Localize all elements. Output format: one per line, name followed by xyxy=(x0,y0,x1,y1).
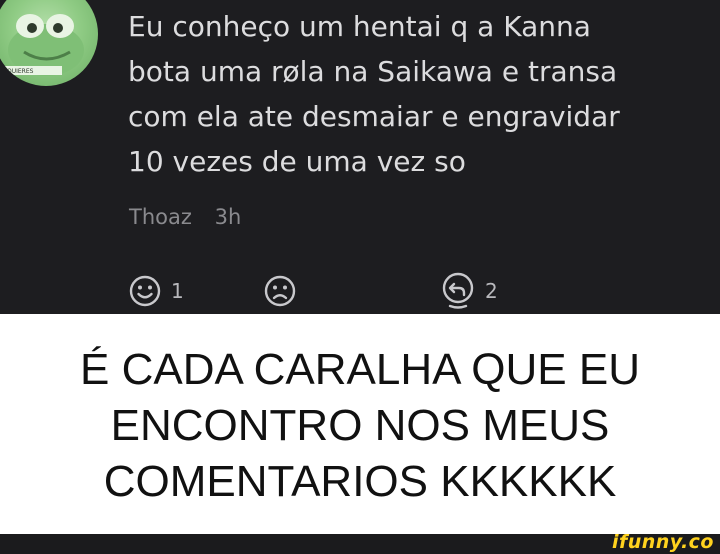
reply-count: 2 xyxy=(485,279,498,303)
reply-button[interactable]: 2 xyxy=(440,272,498,309)
meme-caption: É CADA CARALHA QUE EU ENCONTRO NOS MEUS … xyxy=(0,314,720,534)
avatar[interactable]: QUIERES xyxy=(0,0,98,86)
comment-body: Eu conheço um hentai q a Kanna bota uma … xyxy=(128,10,620,178)
frown-icon xyxy=(264,275,296,307)
caption-text: É CADA CARALHA QUE EU ENCONTRO NOS MEUS … xyxy=(80,345,640,506)
like-count: 1 xyxy=(171,279,184,303)
like-button[interactable]: 1 xyxy=(128,274,184,308)
frog-avatar-icon: QUIERES xyxy=(4,14,84,76)
smile-icon xyxy=(129,275,161,307)
avatar-caption: QUIERES xyxy=(7,68,34,75)
comment-screenshot: QUIERES Eu conheço um hentai q a Kanna b… xyxy=(0,0,720,314)
comment-actions: 1 2 xyxy=(128,272,568,314)
meme-page: QUIERES Eu conheço um hentai q a Kanna b… xyxy=(0,0,720,554)
comment-timestamp: 3h xyxy=(214,205,242,229)
comment-meta: Thoaz 3h xyxy=(129,205,241,229)
watermark-bar: ifunny.co xyxy=(0,531,720,554)
comment-author[interactable]: Thoaz xyxy=(129,205,192,229)
reply-icon xyxy=(442,272,474,309)
ifunny-watermark: ifunny.co xyxy=(611,531,714,553)
dislike-button[interactable] xyxy=(263,274,297,308)
